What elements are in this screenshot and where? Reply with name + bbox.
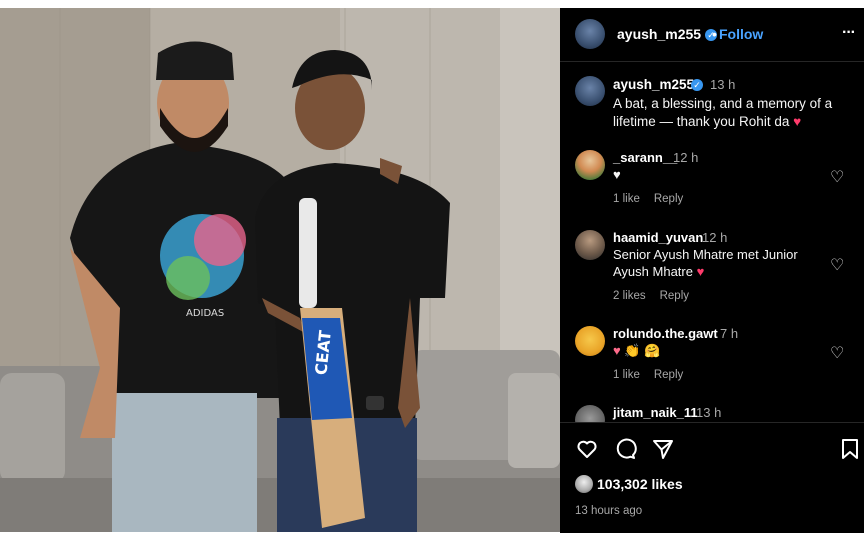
comment-like-icon[interactable]: ♡ — [830, 255, 844, 275]
action-bar: 103,302 likes 13 hours ago — [560, 422, 864, 533]
likes-count-row[interactable]: 103,302 likes — [575, 475, 683, 493]
comment-username[interactable]: jitam_naik_11 — [613, 405, 698, 420]
shirt-text: ADIDAS — [186, 308, 224, 319]
heart-emoji: ♥ — [696, 264, 705, 279]
caption-avatar[interactable] — [575, 76, 605, 106]
separator-dot: • — [712, 26, 717, 42]
author-username-row[interactable]: ayush_m255 ✓ — [617, 26, 718, 42]
comment-like-icon[interactable]: ♡ — [830, 343, 844, 363]
post-photo: ADIDAS CEAT — [0, 8, 560, 532]
share-icon[interactable] — [651, 437, 675, 461]
comment-meta: 1 like Reply — [613, 369, 697, 381]
comment-time: 13 h — [696, 405, 722, 420]
comment-like-icon[interactable]: ♡ — [830, 167, 844, 187]
comment-meta: 2 likes Reply — [613, 290, 703, 302]
reply-button[interactable]: Reply — [654, 193, 683, 205]
comment-likes[interactable]: 1 like — [613, 369, 640, 381]
comment-icon[interactable] — [613, 437, 637, 461]
caption-username[interactable]: ayush_m255 — [613, 77, 694, 92]
comment-text: ♥ 👏 🤗 — [613, 343, 661, 358]
reply-button[interactable]: Reply — [654, 369, 683, 381]
comment-username[interactable]: _sarann__ — [613, 150, 677, 165]
save-icon[interactable] — [839, 437, 861, 461]
comment-likes[interactable]: 1 like — [613, 193, 640, 205]
comment-username[interactable]: rolundo.the.gawt — [613, 326, 718, 341]
post-timestamp: 13 hours ago — [575, 505, 643, 517]
author-username[interactable]: ayush_m255 — [617, 26, 701, 42]
post-panel: ayush_m255 ✓ • Follow ··· ayush_m255 ✓ 13… — [560, 8, 864, 533]
comment-time: 12 h — [702, 230, 728, 245]
comment-text: Senior Ayush Mhatre met Junior Ayush Mha… — [613, 246, 823, 280]
comment-time: 12 h — [673, 150, 699, 165]
more-options-icon[interactable]: ··· — [842, 24, 856, 42]
liker-avatar — [575, 475, 593, 493]
comment-text: ♥ — [613, 167, 621, 182]
comment-likes[interactable]: 2 likes — [613, 290, 646, 302]
post-image: ADIDAS CEAT — [0, 8, 560, 532]
follow-button[interactable]: Follow — [719, 26, 763, 42]
commenter-avatar[interactable] — [575, 326, 605, 356]
reply-button[interactable]: Reply — [660, 290, 689, 302]
comment-time: 7 h — [720, 326, 739, 341]
caption-time: 13 h — [710, 77, 736, 92]
comment-meta: 1 like Reply — [613, 193, 697, 205]
commenter-avatar[interactable] — [575, 230, 605, 260]
heart-emoji: ♥ — [793, 114, 802, 129]
post-header: ayush_m255 ✓ • Follow ··· — [560, 8, 864, 62]
verified-icon: ✓ — [691, 79, 703, 91]
comment-body: Senior Ayush Mhatre met Junior Ayush Mha… — [613, 247, 798, 279]
like-heart-icon[interactable] — [575, 437, 599, 461]
likes-count[interactable]: 103,302 likes — [597, 476, 683, 492]
caption-text: A bat, a blessing, and a memory of a lif… — [613, 95, 843, 131]
author-avatar[interactable] — [575, 19, 605, 49]
comment-username[interactable]: haamid_yuvan — [613, 230, 703, 245]
commenter-avatar[interactable] — [575, 150, 605, 180]
